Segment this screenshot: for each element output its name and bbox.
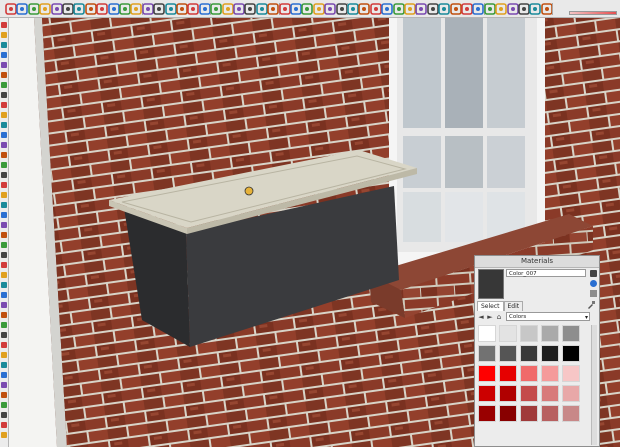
left-tool-icon[interactable]	[1, 402, 7, 408]
color-swatch[interactable]	[499, 365, 517, 382]
left-tool-icon[interactable]	[1, 72, 7, 78]
current-material-swatch	[478, 269, 504, 299]
left-tool-icon[interactable]	[1, 272, 7, 278]
left-tool-icon[interactable]	[1, 412, 7, 418]
default-material-icon[interactable]	[590, 290, 597, 297]
left-tool-icon[interactable]	[1, 192, 7, 198]
tab-select[interactable]: Select	[477, 301, 504, 311]
left-tool-icon[interactable]	[1, 312, 7, 318]
left-tool-icon[interactable]	[1, 352, 7, 358]
left-tool-icon[interactable]	[1, 112, 7, 118]
left-tool-icon[interactable]	[1, 392, 7, 398]
color-swatch[interactable]	[520, 385, 538, 402]
collection-bar: ◄ ► ⌂ Colors ▾	[477, 312, 595, 322]
left-tool-icon[interactable]	[1, 32, 7, 38]
left-tool-icon[interactable]	[1, 222, 7, 228]
collection-label: Colors	[509, 314, 527, 320]
chevron-down-icon: ▾	[584, 314, 588, 321]
collection-select[interactable]: Colors ▾	[506, 312, 590, 321]
left-tool-icon[interactable]	[1, 202, 7, 208]
left-tool-icon[interactable]	[1, 132, 7, 138]
left-tool-icon[interactable]	[1, 332, 7, 338]
left-tool-icon[interactable]	[1, 142, 7, 148]
color-swatch[interactable]	[520, 345, 538, 362]
left-tool-icon[interactable]	[1, 292, 7, 298]
color-swatch[interactable]	[562, 385, 580, 402]
materials-tabs: Select Edit	[477, 301, 524, 311]
color-swatch[interactable]	[499, 325, 517, 342]
tab-edit[interactable]: Edit	[503, 301, 524, 311]
left-tool-icon[interactable]	[1, 172, 7, 178]
swatch-scrollbar[interactable]	[591, 325, 597, 445]
color-swatch[interactable]	[520, 405, 538, 422]
create-material-icon[interactable]	[590, 280, 597, 287]
scale-indicator	[569, 11, 617, 15]
back-icon[interactable]: ◄	[477, 313, 485, 321]
left-tool-icon[interactable]	[1, 182, 7, 188]
paint-bucket-cursor-icon	[244, 186, 254, 196]
left-tool-icon[interactable]	[1, 82, 7, 88]
color-swatch[interactable]	[562, 365, 580, 382]
color-swatch[interactable]	[541, 325, 559, 342]
left-tool-icon[interactable]	[1, 262, 7, 268]
main-toolbar	[0, 0, 620, 18]
left-tool-icon[interactable]	[1, 232, 7, 238]
color-swatch[interactable]	[541, 345, 559, 362]
color-swatch[interactable]	[562, 405, 580, 422]
left-tool-icon[interactable]	[1, 52, 7, 58]
color-swatch[interactable]	[478, 365, 496, 382]
color-swatch[interactable]	[520, 325, 538, 342]
left-tool-icon[interactable]	[1, 92, 7, 98]
color-swatch[interactable]	[478, 345, 496, 362]
left-tool-icon[interactable]	[1, 102, 7, 108]
left-tool-icon[interactable]	[1, 342, 7, 348]
left-tool-icon[interactable]	[1, 122, 7, 128]
left-tool-icon[interactable]	[1, 422, 7, 428]
left-tool-icon[interactable]	[1, 22, 7, 28]
left-tool-icon[interactable]	[1, 282, 7, 288]
left-tool-icon[interactable]	[1, 372, 7, 378]
color-swatch[interactable]	[478, 325, 496, 342]
home-icon[interactable]: ⌂	[495, 313, 503, 321]
left-tool-icon[interactable]	[1, 42, 7, 48]
color-swatch[interactable]	[499, 345, 517, 362]
materials-panel: Materials Color_007 Select Edit ◄ ► ⌂ Col…	[474, 255, 600, 447]
color-swatch[interactable]	[541, 405, 559, 422]
sample-paint-icon[interactable]	[587, 301, 595, 309]
left-tool-icon[interactable]	[1, 362, 7, 368]
color-swatch[interactable]	[478, 405, 496, 422]
color-swatch[interactable]	[541, 365, 559, 382]
left-tool-icon[interactable]	[1, 62, 7, 68]
left-tool-icon[interactable]	[1, 302, 7, 308]
color-swatch[interactable]	[520, 365, 538, 382]
left-tool-icon[interactable]	[1, 162, 7, 168]
material-name-field[interactable]: Color_007	[506, 269, 586, 277]
color-swatch[interactable]	[499, 405, 517, 422]
left-tool-icon[interactable]	[1, 382, 7, 388]
color-swatch[interactable]	[562, 345, 580, 362]
left-toolbar	[0, 18, 9, 447]
left-tool-icon[interactable]	[1, 252, 7, 258]
color-swatch[interactable]	[499, 385, 517, 402]
left-tool-icon[interactable]	[1, 212, 7, 218]
display-secondary-icon[interactable]	[590, 270, 597, 277]
toolbar-separator	[552, 3, 554, 15]
left-tool-icon[interactable]	[1, 432, 7, 438]
left-tool-icon[interactable]	[1, 322, 7, 328]
panel-title: Materials	[475, 256, 599, 268]
color-swatch[interactable]	[478, 385, 496, 402]
left-tool-icon[interactable]	[1, 242, 7, 248]
left-tool-icon[interactable]	[1, 152, 7, 158]
color-swatch[interactable]	[541, 385, 559, 402]
color-swatch[interactable]	[562, 325, 580, 342]
forward-icon[interactable]: ►	[486, 313, 494, 321]
